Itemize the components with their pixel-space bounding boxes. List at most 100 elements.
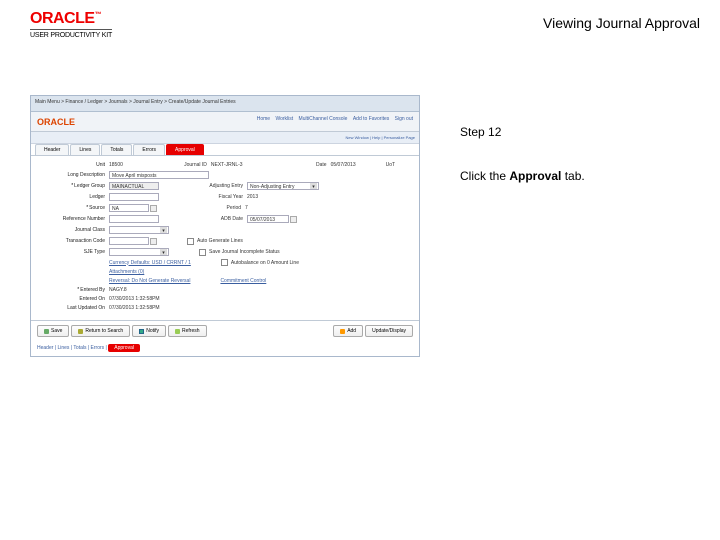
tab-errors[interactable]: Errors [133,144,165,155]
trademark-symbol: ™ [95,12,102,19]
row-ledger: Ledger Fiscal Year 2013 [39,193,411,201]
calendar-icon[interactable] [290,216,297,223]
row-journal-class: Journal Class [39,226,411,234]
label-period: Period [187,205,245,211]
step-number: Step 12 [460,125,585,139]
label-trans-code: Transaction Code [39,238,109,244]
app-window: Main Menu > Finance / Ledger > Journals … [30,95,420,357]
value-last-updated: 07/30/2013 1:32:58PM [109,305,160,311]
instruction-text: Click the Approval tab. [460,169,585,183]
nav-worklist[interactable]: Worklist [275,116,293,122]
label-auto-gen: Auto Generate Lines [197,238,243,244]
header-region: ORACLE™ USER PRODUCTIVITY KIT Viewing Jo… [30,10,700,60]
breadcrumb[interactable]: Main Menu > Finance / Ledger > Journals … [31,96,419,105]
notify-button[interactable]: Notify [132,325,166,337]
row-source: Source NA Period 7 [39,204,411,212]
add-icon [340,329,345,334]
row-last-updated: Last Updated On 07/30/2013 1:32:58PM [39,305,411,311]
app-brand-row: ORACLE Home Worklist MultiChannel Consol… [31,112,419,132]
tab-row: Header Lines Totals Errors Approval [31,144,419,156]
lookup-icon[interactable] [150,205,157,212]
value-entered-by: NAGY.8 [109,287,127,293]
link-attachments[interactable]: Attachments (0) [109,269,144,275]
tab-totals[interactable]: Totals [101,144,132,155]
lower-tabs-links[interactable]: Header | Lines | Totals | Errors | [37,345,107,351]
label-journal-id: Journal ID [153,162,211,168]
row-reversal: Reversal: Do Not Generate Reversal Commi… [39,278,411,284]
select-journal-class[interactable] [109,226,169,234]
input-source[interactable]: NA [109,204,149,212]
return-icon [78,329,83,334]
save-icon [44,329,49,334]
content-region: Main Menu > Finance / Ledger > Journals … [30,95,700,357]
value-date: 05/07/2013 [331,162,356,168]
row-sjetype: SJE Type Save Journal Incomplete Status [39,248,411,256]
label-ledger: Ledger [39,194,109,200]
label-source: Source [39,205,109,211]
save-button[interactable]: Save [37,325,69,337]
instruction-column: Step 12 Click the Approval tab. [460,125,585,183]
input-adb-date[interactable]: 05/07/2013 [247,215,289,223]
nav-favorites[interactable]: Add to Favorites [353,116,389,122]
select-sjetype[interactable] [109,248,169,256]
checkbox-auto-gen[interactable] [187,238,194,245]
link-currency-defaults[interactable]: Currency Defaults: USD / CRRNT / 1 [109,260,191,266]
row-attachments: Attachments (0) [39,269,411,275]
input-trans-code[interactable] [109,237,149,245]
label-adb-date: ADB Date [189,216,247,222]
refresh-icon [175,329,180,334]
update-button[interactable]: Update/Display [365,325,413,337]
label-ref-no: Reference Number [39,216,109,222]
notify-icon [139,329,144,334]
value-journal-id: NEXT-JRNL-3 [211,162,243,168]
brand-logo-text: ORACLE [30,10,95,27]
form-area: Unit 18500 Journal ID NEXT-JRNL-3 Date 0… [31,156,419,320]
row-currency-def: Currency Defaults: USD / CRRNT / 1 Autob… [39,259,411,266]
row-long-desc: Long Description Move April misposts [39,171,411,179]
app-oracle-logo: ORACLE [31,113,75,127]
app-toolbar: New Window | Help | Personalize Page [31,132,419,144]
select-adjusting-entry[interactable]: Non-Adjusting Entry [247,182,319,190]
value-unit: 18500 [109,162,123,168]
nav-home[interactable]: Home [257,116,270,122]
tab-header[interactable]: Header [35,144,69,155]
label-journal-class: Journal Class [39,227,109,233]
input-ref-no[interactable] [109,215,159,223]
input-ledger-group[interactable]: MAINACTUAL [109,182,159,190]
lower-tab-approval[interactable]: Approval [108,344,140,352]
lookup-icon-2[interactable] [150,238,157,245]
brand-block: ORACLE™ USER PRODUCTIVITY KIT [30,10,112,39]
app-topbar: Main Menu > Finance / Ledger > Journals … [31,96,419,112]
toolbar-right-links[interactable]: New Window | Help | Personalize Page [346,135,415,140]
nav-signout[interactable]: Sign out [395,116,413,122]
label-last-updated: Last Updated On [39,305,109,311]
checkbox-save-incomplete[interactable] [199,249,206,256]
label-fiscal-year: Fiscal Year [189,194,247,200]
nav-multichannel[interactable]: MultiChannel Console [299,116,348,122]
link-commitment[interactable]: Commitment Control [220,278,266,284]
page-title: Viewing Journal Approval [543,15,700,31]
label-sjetype: SJE Type [39,249,109,255]
label-adjusting-entry: Adjusting Entry [189,183,247,189]
checkbox-autobalance[interactable] [221,259,228,266]
label-entered-on: Entered On [39,296,109,302]
input-ledger[interactable] [109,193,159,201]
value-entered-on: 07/30/2013 1:32:58PM [109,296,160,302]
refresh-button[interactable]: Refresh [168,325,207,337]
tab-approval[interactable]: Approval [166,144,204,155]
link-reversal[interactable]: Reversal: Do Not Generate Reversal [109,278,190,284]
tab-lines[interactable]: Lines [70,144,100,155]
oracle-logo: ORACLE™ [30,10,112,28]
input-long-desc[interactable]: Move April misposts [109,171,209,179]
uot-indicator: UoT [386,162,395,168]
label-unit: Unit [39,162,109,168]
label-long-desc: Long Description [39,172,109,178]
row-unit: Unit 18500 Journal ID NEXT-JRNL-3 Date 0… [39,162,411,168]
label-save-incomplete: Save Journal Incomplete Status [209,249,280,255]
value-fiscal-year: 2013 [247,194,258,200]
return-button[interactable]: Return to Search [71,325,130,337]
instruction-suffix: tab. [561,169,584,183]
lower-tabs: Header | Lines | Totals | Errors | Appro… [31,341,419,356]
screenshot-column: Main Menu > Finance / Ledger > Journals … [30,95,430,357]
add-button[interactable]: Add [333,325,363,337]
